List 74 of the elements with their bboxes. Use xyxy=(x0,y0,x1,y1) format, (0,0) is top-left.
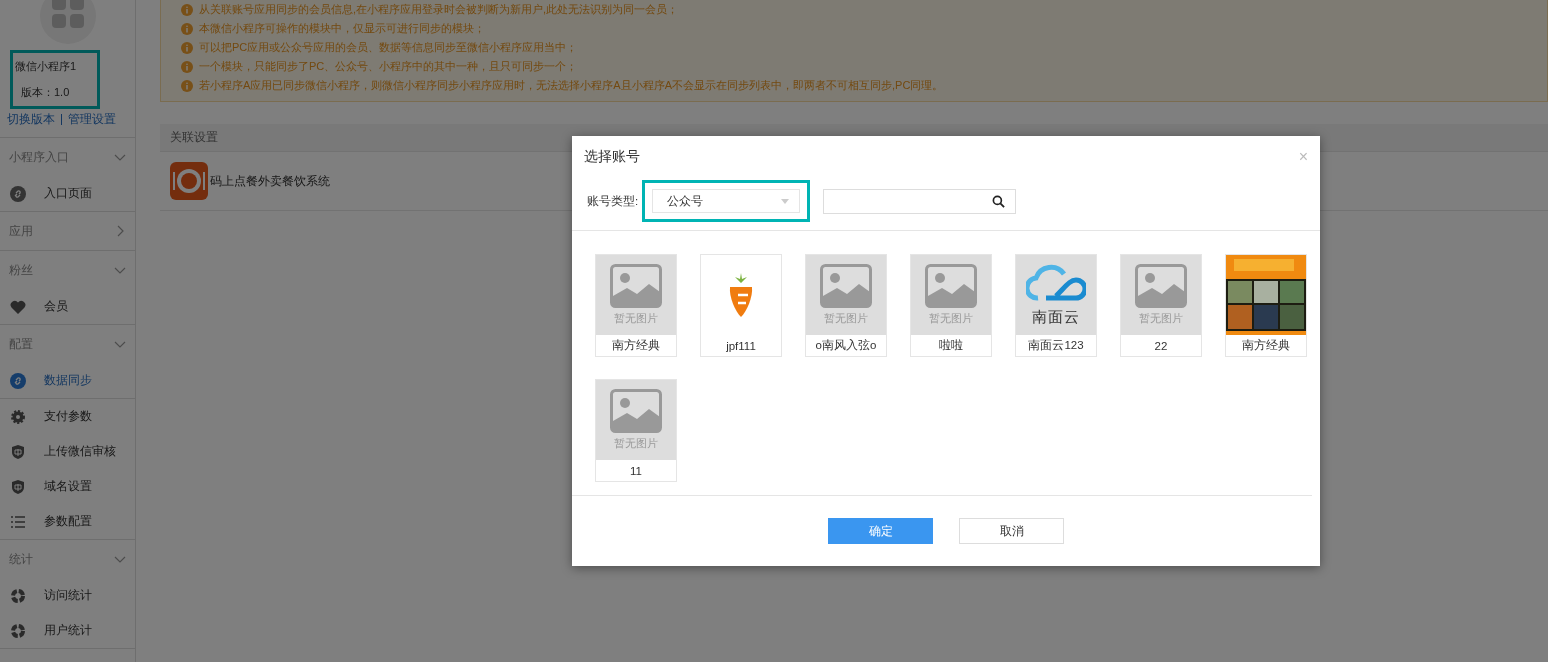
account-card[interactable]: 南面云 南面云123 xyxy=(1015,254,1097,357)
app-version: 版本：1.0 xyxy=(20,85,71,101)
shield-icon xyxy=(10,478,26,495)
search-icon[interactable] xyxy=(992,194,1005,208)
account-card[interactable]: 暂无图片 22 xyxy=(1120,254,1202,357)
field-label: 账号类型: xyxy=(587,193,640,209)
placeholder-caption: 暂无图片 xyxy=(614,312,658,326)
info-icon xyxy=(181,3,193,16)
app-avatar-icon xyxy=(39,0,96,44)
section-header[interactable]: 应用 xyxy=(0,212,135,250)
sidebar-item[interactable]: 用户统计 xyxy=(0,613,135,648)
sidebar-item[interactable]: 入口页面 xyxy=(0,176,135,211)
cancel-button[interactable]: 取消 xyxy=(959,518,1064,544)
confirm-button[interactable]: 确定 xyxy=(828,518,933,544)
column-header: 关联设置 xyxy=(170,130,218,145)
notice-text: 本微信小程序可操作的模块中，仅显示可进行同步的模块； xyxy=(199,21,485,36)
placeholder-caption: 暂无图片 xyxy=(1139,312,1183,326)
account-name: 11 xyxy=(630,463,642,479)
account-card[interactable]: 暂无图片 o南风入弦o xyxy=(805,254,887,357)
account-card[interactable]: 暂无图片 11 xyxy=(595,379,677,482)
settings-icon xyxy=(10,408,26,425)
table-cell: 码上点餐外卖餐饮系统 xyxy=(210,173,330,189)
info-icon xyxy=(181,22,193,35)
info-icon xyxy=(181,60,193,73)
image-placeholder-icon xyxy=(1135,264,1187,308)
ring-icon xyxy=(10,587,26,604)
logo-text: 南面云 xyxy=(1032,307,1080,327)
sidebar-item[interactable]: 参数配置 xyxy=(0,504,135,539)
placeholder-caption: 暂无图片 xyxy=(614,437,658,451)
dialog-title: 选择账号 xyxy=(584,148,640,166)
account-card[interactable]: 暂无图片 南方经典 xyxy=(595,254,677,357)
account-card[interactable]: jpf111 xyxy=(700,254,782,357)
app-name: 微信小程序1 xyxy=(15,58,78,74)
account-name: o南风入弦o xyxy=(815,338,877,353)
dropdown-caret-icon xyxy=(781,198,789,204)
section-header[interactable]: 统计 xyxy=(0,540,135,578)
sidebar-item[interactable]: 支付参数 xyxy=(0,399,135,434)
account-card[interactable]: 暂无图片 啦啦 xyxy=(910,254,992,357)
account-card[interactable]: 南方经典 xyxy=(1225,254,1307,357)
ring-icon xyxy=(10,622,26,639)
sidebar-item[interactable]: 域名设置 xyxy=(0,469,135,504)
notice-text: 一个模块，只能同步了PC、公众号、小程序中的其中一种，且只可同步一个； xyxy=(199,59,578,74)
notice-text: 可以把PC应用或公众号应用的会员、数据等信息同步至微信小程序应用当中； xyxy=(199,40,578,55)
cloud-logo-icon xyxy=(1026,263,1086,304)
info-icon xyxy=(181,79,193,92)
account-name: jpf111 xyxy=(726,338,756,354)
image-placeholder-icon xyxy=(820,264,872,308)
image-placeholder-icon xyxy=(610,264,662,308)
shield-icon xyxy=(10,443,26,460)
account-name: 啦啦 xyxy=(939,338,963,353)
search-field[interactable] xyxy=(823,188,1016,214)
account-name: 南方经典 xyxy=(1242,338,1290,353)
notice-text: 从关联账号应用同步的会员信息,在小程序应用登录时会被判断为新用户,此处无法识别为同一会员； xyxy=(199,2,679,17)
link-icon xyxy=(10,185,26,202)
placeholder-caption: 暂无图片 xyxy=(929,312,973,326)
placeholder-caption: 暂无图片 xyxy=(824,312,868,326)
notice-text: 若小程序A应用已同步微信小程序，则微信小程序同步小程序应用时，无法选择小程序A且小程序A不会显示在同步列表中，即两者不可相互同步,PC同理。 xyxy=(199,78,944,93)
list-icon xyxy=(10,513,26,530)
sidebar-item[interactable]: 访问统计 xyxy=(0,578,135,613)
info-icon xyxy=(181,41,193,54)
account-name: 22 xyxy=(1154,338,1168,354)
sidebar-link[interactable]: 管理设置 xyxy=(68,112,116,127)
sidebar-item[interactable]: 数据同步 xyxy=(0,363,135,399)
restaurant-app-icon xyxy=(170,162,208,200)
heart-icon xyxy=(10,298,26,315)
sidebar-item[interactable]: 会员 xyxy=(0,289,135,324)
image-placeholder-icon xyxy=(610,389,662,433)
account-name: 南方经典 xyxy=(612,338,660,353)
sidebar-item[interactable]: 上传微信审核 xyxy=(0,434,135,469)
image-placeholder-icon xyxy=(925,264,977,308)
link-icon xyxy=(10,372,26,389)
account-name: 南面云123 xyxy=(1028,338,1084,353)
account-type-select[interactable]: 公众号 xyxy=(652,189,800,213)
sidebar-link[interactable]: 切换版本 xyxy=(7,112,55,127)
